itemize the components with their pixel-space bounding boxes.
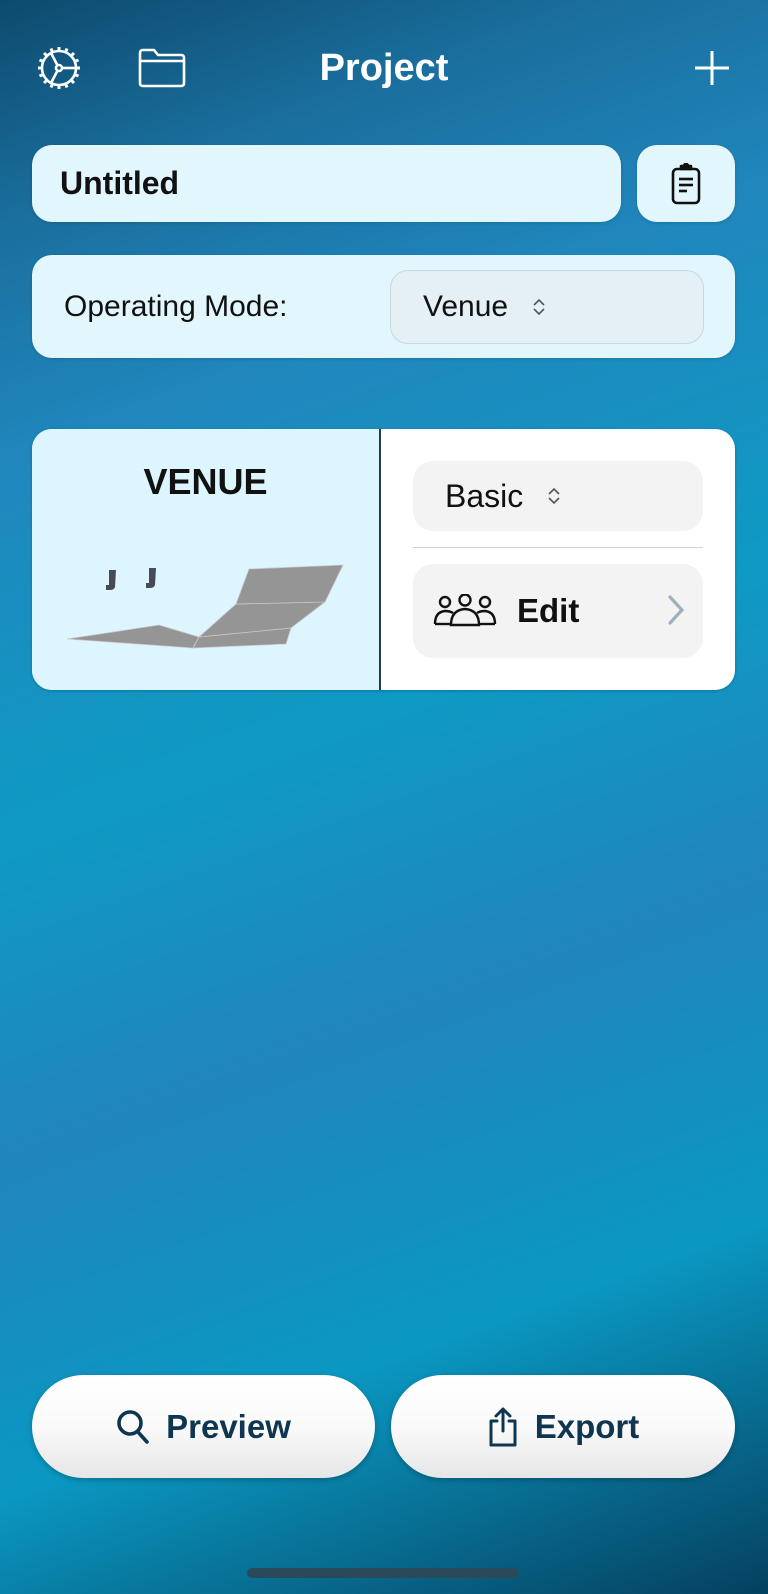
export-label: Export	[534, 1407, 640, 1445]
venue-floor-shape	[66, 564, 344, 649]
project-name-field[interactable]: Untitled	[32, 145, 621, 222]
plus-icon[interactable]	[686, 42, 738, 94]
operating-mode-select[interactable]: Venue	[390, 270, 704, 344]
clipboard-icon	[671, 162, 701, 204]
chevron-up-down-icon	[548, 487, 560, 505]
edit-label: Edit	[517, 592, 580, 629]
venue-preset-value: Basic	[445, 477, 524, 514]
operating-mode-label: Operating Mode:	[64, 290, 288, 323]
preview-label: Preview	[166, 1407, 291, 1445]
venue-preset-select[interactable]: Basic	[413, 461, 703, 531]
people-group-icon	[433, 594, 497, 627]
speaker-icon	[106, 568, 156, 590]
export-button[interactable]: Export	[391, 1375, 735, 1478]
search-icon	[117, 1409, 149, 1444]
venue-diagram	[66, 564, 344, 649]
venue-edit-button[interactable]: Edit	[413, 564, 703, 658]
preview-button[interactable]: Preview	[32, 1375, 375, 1478]
operating-mode-value: Venue	[423, 290, 509, 323]
operating-mode-card: Operating Mode: Venue	[32, 255, 735, 358]
venue-card: VENUE Basic Edit	[32, 429, 735, 690]
chevron-up-down-icon	[533, 298, 545, 316]
clipboard-button[interactable]	[637, 145, 735, 222]
project-name-value: Untitled	[60, 165, 180, 201]
divider	[413, 547, 703, 548]
venue-preview-panel[interactable]: VENUE	[32, 429, 381, 690]
home-indicator[interactable]	[247, 1568, 519, 1578]
share-icon	[489, 1407, 517, 1446]
page-title: Project	[319, 47, 449, 89]
chevron-right-icon	[668, 595, 685, 625]
